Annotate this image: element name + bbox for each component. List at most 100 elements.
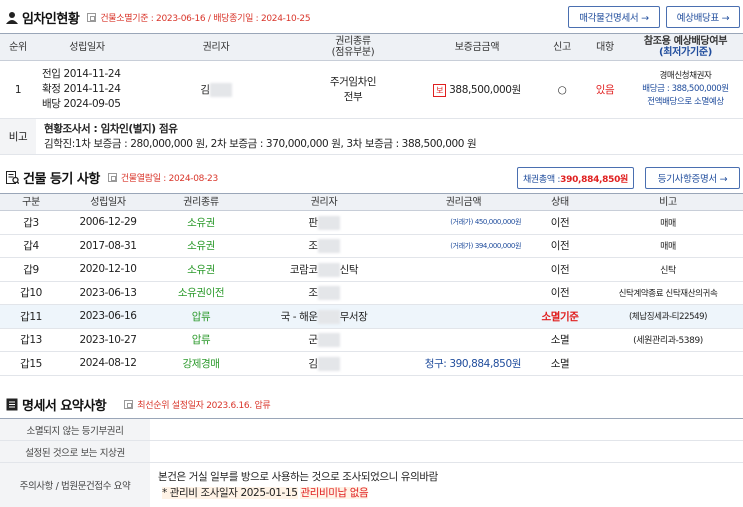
redacted-block — [209, 83, 232, 97]
registry-status: 이전 — [527, 281, 593, 305]
tenant-note-row: 비고 현황조사서 : 임차인(별지) 점유 김학진:1차 보증금 : 280,0… — [0, 118, 743, 155]
deposit-badge: 보 — [433, 84, 447, 97]
registry-amount: (거래가) 394,000,000원 — [400, 234, 527, 258]
auction-doc-button[interactable]: 매각물건명세서 → — [568, 6, 660, 28]
tenant-table: 순위 성립일자 권리자 권리종류 (점유부분) 보증금금액 신고 대항 참조용 예… — [0, 33, 743, 155]
person-icon — [6, 11, 18, 24]
redacted-block — [317, 333, 340, 348]
registry-holder: 조 — [248, 281, 400, 305]
square-icon — [107, 172, 117, 182]
registry-holder: 판 — [248, 210, 400, 235]
summary-row: 설정된 것으로 보는 지상권 — [0, 440, 743, 463]
tenant-ref: 경매신청채권자 배당금 : 388,500,000원 전액배당으로 소멸예상 — [628, 60, 743, 119]
registry-kind: 갑4 — [0, 234, 62, 258]
registry-note — [593, 351, 743, 376]
registry-date: 2020-12-10 — [62, 257, 154, 282]
registry-note: (세원관리과-5389) — [593, 328, 743, 352]
building-doc-icon — [6, 170, 20, 184]
registry-note: 신탁계약종료 신탁재산의귀속 — [593, 281, 743, 305]
registry-section-subtitle: 건물열람일 : 2024-08-23 — [107, 171, 218, 184]
registry-note: 매매 — [593, 210, 743, 235]
summary-section-title: 명세서 요약사항 — [22, 398, 107, 414]
redacted-block — [317, 262, 340, 277]
registry-col-3: 권리자 — [248, 193, 400, 211]
redacted-block — [317, 286, 340, 301]
tenant-row: 1 전입 2014-11-24 확정 2014-11-24 배당 2024-09… — [0, 60, 743, 119]
registry-type: 소유권이전 — [154, 281, 248, 305]
square-icon — [124, 399, 134, 409]
registry-row: 갑3 2006-12-29 소유권 판 (거래가) 450,000,000원 이전 매매 — [0, 210, 743, 235]
redacted-block — [317, 356, 340, 371]
registry-amount — [400, 328, 527, 352]
registry-type: 소유권 — [154, 210, 248, 235]
col-rank: 순위 — [0, 33, 36, 61]
tenant-section-title: 임차인현황 — [22, 11, 80, 27]
registry-status: 이전 — [527, 234, 593, 258]
registry-date: 2023-10-27 — [62, 328, 154, 352]
mgmt-fee-line: * 관리비 조사일자 2025-01-15 관리비미납 없음 — [162, 487, 369, 499]
summary-table: 소멸되지 않는 등기부권리 설정된 것으로 보는 지상권 주의사항 / 법원문건… — [0, 418, 743, 507]
col-type: 권리종류 (점유부분) — [294, 33, 412, 61]
tenant-type: 주거임차인 전부 — [294, 60, 412, 119]
registry-kind: 갑9 — [0, 257, 62, 282]
summary-section-subtitle: 최선순위 설정일자 2023.6.16. 압류 — [124, 398, 271, 411]
registry-row: 갑10 2023-06-13 소유권이전 조 이전 신탁계약종료 신탁재산의귀속 — [0, 281, 743, 305]
registry-amount: 청구: 390,884,850원 — [400, 351, 527, 376]
registry-kind: 갑10 — [0, 281, 62, 305]
tenant-section-header: 임차인현황 건물소멸기준 : 2023-06-16 / 배당종기일 : 2024… — [6, 6, 311, 28]
summary-row: 소멸되지 않는 등기부권리 — [0, 418, 743, 441]
registry-status: 이전 — [527, 210, 593, 235]
col-oppose: 대항 — [582, 33, 628, 61]
registry-col-4: 권리금액 — [400, 193, 527, 211]
registry-section-title: 건물 등기 사항 — [23, 171, 100, 187]
col-report: 신고 — [542, 33, 582, 61]
tenant-deposit: 보 388,500,000원 — [412, 60, 542, 119]
registry-note: 매매 — [593, 234, 743, 258]
registry-status: 소멸 — [527, 328, 593, 352]
col-holder: 권리자 — [138, 33, 294, 61]
registry-holder: 김 — [248, 351, 400, 376]
tenant-report: ○ — [542, 60, 582, 119]
registry-holder: 조 — [248, 234, 400, 258]
document-icon — [6, 398, 18, 411]
registry-date: 2023-06-13 — [62, 281, 154, 305]
redacted-block — [317, 239, 340, 254]
registry-status: 소멸 — [527, 351, 593, 376]
col-ref: 참조용 예상배당여부 (최저가기준) — [628, 33, 743, 61]
registry-col-2: 권리종류 — [154, 193, 248, 211]
registry-col-0: 구분 — [0, 193, 62, 211]
note-content: 현황조사서 : 임차인(별지) 점유 김학진:1차 보증금 : 280,000,… — [36, 118, 743, 155]
registry-kind: 갑13 — [0, 328, 62, 352]
registry-date: 2024-08-12 — [62, 351, 154, 376]
registry-table: 구분 성립일자 권리종류 권리자 권리금액 상태 비고 갑3 2006-12-29 소유권 판 (거… — [0, 193, 743, 376]
registry-amount: (거래가) 450,000,000원 — [400, 210, 527, 235]
registry-holder: 국 - 해운 무서장 — [248, 304, 400, 329]
registry-row: 갑11 2023-06-16 압류 국 - 해운 무서장 소멸기준 (체납징세과-티2254… — [0, 304, 743, 329]
registry-section-header: 건물 등기 사항 건물열람일 : 2024-08-23 — [6, 166, 218, 188]
registry-col-1: 성립일자 — [62, 193, 154, 211]
summary-section-header: 명세서 요약사항 최선순위 설정일자 2023.6.16. 압류 — [6, 393, 271, 415]
col-deposit: 보증금금액 — [412, 33, 542, 61]
registry-type: 강제경매 — [154, 351, 248, 376]
claim-total-badge: 채권총액 : 390,884,850원 — [517, 167, 634, 189]
col-date: 성립일자 — [36, 33, 138, 61]
registry-date: 2023-06-16 — [62, 304, 154, 329]
registry-amount — [400, 304, 527, 329]
dividend-table-button[interactable]: 예상배당표 → — [666, 6, 740, 28]
registry-cert-button[interactable]: 등기사항증명서 → — [645, 167, 740, 189]
note-label: 비고 — [0, 118, 36, 155]
square-icon — [87, 12, 97, 22]
registry-row: 갑15 2024-08-12 강제경매 김 청구: 390,884,850원 소멸 — [0, 351, 743, 376]
registry-type: 소유권 — [154, 234, 248, 258]
tenant-oppose: 있음 — [582, 60, 628, 119]
registry-amount — [400, 257, 527, 282]
registry-row: 갑4 2017-08-31 소유권 조 (거래가) 394,000,000원 이전 매매 — [0, 234, 743, 258]
registry-kind: 갑11 — [0, 304, 62, 329]
registry-col-5: 상태 — [527, 193, 593, 211]
registry-row: 갑9 2020-12-10 소유권 코람코 신탁 이전 신탁 — [0, 257, 743, 282]
summary-row: 주의사항 / 법원문건접수 요약 본건은 거실 일부를 방으로 사용하는 것으로… — [0, 462, 743, 507]
registry-status: 소멸기준 — [527, 304, 593, 329]
registry-kind: 갑3 — [0, 210, 62, 235]
registry-note: (체납징세과-티22549) — [593, 304, 743, 329]
registry-col-6: 비고 — [593, 193, 743, 211]
